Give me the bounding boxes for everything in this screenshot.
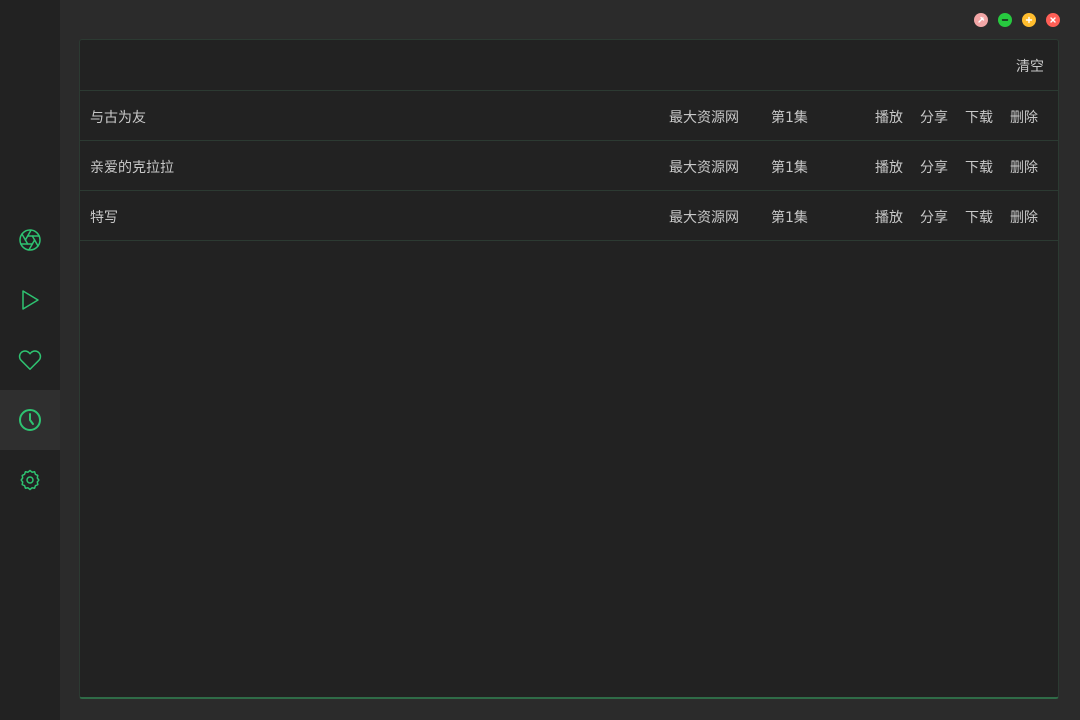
row-title[interactable]: 亲爱的克拉拉 [90, 157, 174, 177]
history-panel: 清空 与古为友 最大资源网 第1集 播放 分享 下载 删除 亲爱的克拉拉 最大资… [79, 39, 1059, 699]
sidebar [0, 0, 60, 720]
maximize-button[interactable] [1022, 13, 1036, 27]
delete-button[interactable]: 删除 [1010, 157, 1038, 177]
table-row: 与古为友 最大资源网 第1集 播放 分享 下载 删除 [80, 91, 1058, 141]
delete-button[interactable]: 删除 [1010, 207, 1038, 227]
share-button[interactable]: 分享 [920, 207, 948, 227]
maximize-icon [1025, 16, 1033, 24]
play-button[interactable]: 播放 [875, 207, 903, 227]
row-source: 最大资源网 [669, 210, 739, 226]
aperture-icon [19, 229, 41, 251]
sidebar-item-favorites[interactable] [0, 330, 60, 390]
download-button[interactable]: 下载 [965, 107, 993, 127]
panel-header: 清空 [80, 40, 1058, 91]
row-source: 最大资源网 [669, 110, 739, 126]
close-button[interactable] [1046, 13, 1060, 27]
share-button[interactable]: 分享 [920, 157, 948, 177]
clock-icon [19, 409, 41, 431]
sidebar-item-history[interactable] [0, 390, 60, 450]
close-icon [1050, 17, 1056, 23]
play-button[interactable]: 播放 [875, 107, 903, 127]
play-icon [22, 290, 39, 310]
share-button[interactable]: 分享 [920, 107, 948, 127]
row-title[interactable]: 特写 [90, 207, 118, 227]
sidebar-item-settings[interactable] [0, 450, 60, 510]
play-button[interactable]: 播放 [875, 157, 903, 177]
sidebar-item-film-library[interactable] [0, 210, 60, 270]
row-episode: 第1集 [771, 210, 808, 226]
table-row: 特写 最大资源网 第1集 播放 分享 下载 删除 [80, 191, 1058, 241]
minimize-button[interactable] [998, 13, 1012, 27]
row-title[interactable]: 与古为友 [90, 107, 146, 127]
delete-button[interactable]: 删除 [1010, 107, 1038, 127]
row-episode: 第1集 [771, 110, 808, 126]
pin-button[interactable] [974, 13, 988, 27]
gear-icon [20, 469, 40, 491]
row-source: 最大资源网 [669, 160, 739, 176]
window-controls [974, 13, 1060, 27]
row-episode: 第1集 [771, 160, 808, 176]
download-button[interactable]: 下载 [965, 207, 993, 227]
heart-icon [18, 350, 42, 370]
pin-icon [978, 16, 985, 23]
sidebar-item-player[interactable] [0, 270, 60, 330]
minimize-icon [1001, 19, 1009, 21]
table-row: 亲爱的克拉拉 最大资源网 第1集 播放 分享 下载 删除 [80, 141, 1058, 191]
download-button[interactable]: 下载 [965, 157, 993, 177]
clear-button[interactable]: 清空 [1016, 56, 1044, 76]
